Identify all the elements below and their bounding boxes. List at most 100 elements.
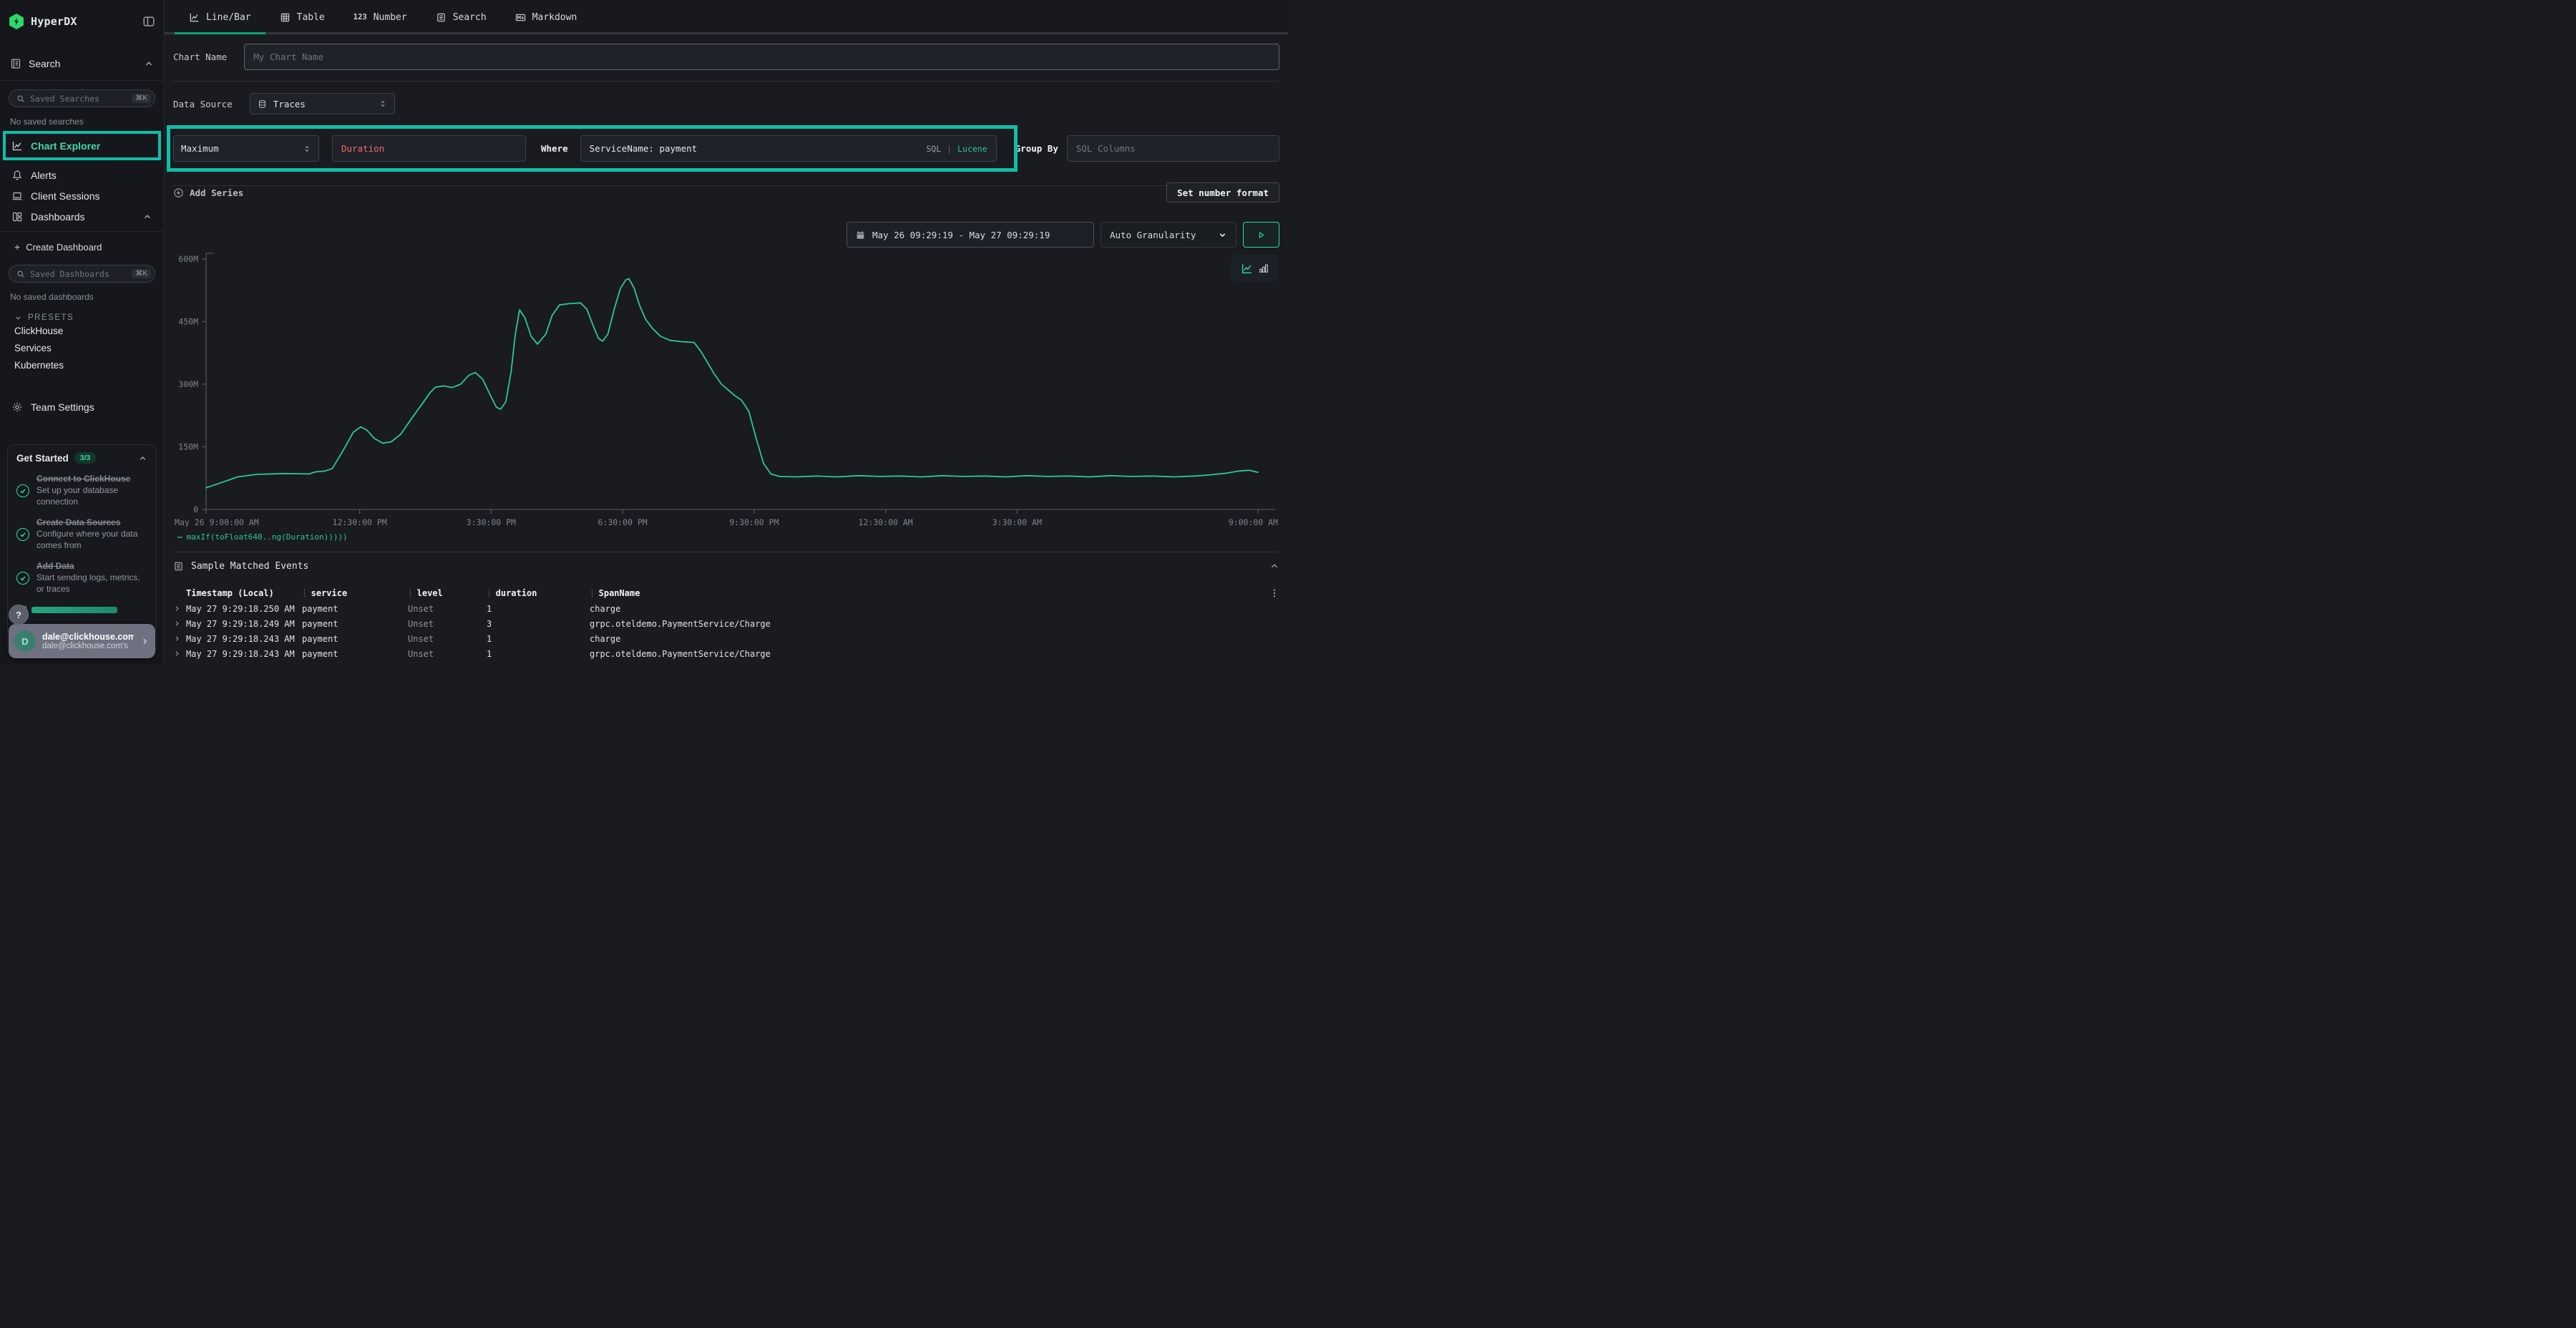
sidebar-item-dashboards[interactable]: Dashboards: [7, 206, 157, 227]
chart-name-label: Chart Name: [173, 52, 227, 62]
chart-legend: — maxIf(toFloat640..ng(Duration))))): [177, 530, 1279, 543]
column-resize-handle[interactable]: ┆: [590, 589, 593, 598]
tab-search[interactable]: Search: [421, 0, 501, 34]
chevron-up-icon[interactable]: [138, 454, 147, 463]
column-header[interactable]: service: [311, 588, 348, 598]
get-started-item-desc: Start sending logs, metrics, or traces: [36, 572, 147, 595]
run-query-button[interactable]: [1243, 222, 1279, 248]
add-series-button[interactable]: Add Series: [173, 187, 243, 198]
chart-name-input[interactable]: [244, 44, 1279, 70]
doc-list-icon: [173, 561, 184, 572]
aggregation-value: Maximum: [181, 143, 219, 154]
column-header[interactable]: Timestamp (Local): [186, 588, 274, 598]
divider: [173, 81, 1279, 82]
line-chart-toggle-icon[interactable]: [1241, 263, 1253, 275]
user-menu[interactable]: D dale@clickhouse.com dale@clickhouse.co…: [9, 624, 155, 658]
sql-language-toggle[interactable]: SQL: [926, 144, 941, 154]
get-started-item[interactable]: Connect to ClickHouse Set up your databa…: [16, 474, 147, 507]
get-started-item[interactable]: Add Data Start sending logs, metrics, or…: [16, 561, 147, 595]
table-cell: 1: [487, 649, 590, 659]
chevron-up-down-icon: [379, 99, 387, 108]
expand-row-icon[interactable]: [173, 635, 181, 643]
sidebar-section-search[interactable]: Search: [7, 53, 157, 74]
lucene-language-toggle[interactable]: Lucene: [957, 144, 987, 154]
data-source-select[interactable]: Traces: [250, 93, 395, 114]
collapse-section-icon[interactable]: [1269, 561, 1279, 571]
no-saved-dashboards-note: No saved dashboards: [7, 292, 157, 302]
x-axis-tick-label: 12:30:00 AM: [859, 517, 913, 527]
table-cell: grpc.oteldemo.PaymentService/Charge: [590, 649, 1267, 659]
calendar-icon: [856, 230, 865, 240]
search-icon: [16, 270, 25, 278]
get-started-title: Get Started: [16, 453, 69, 464]
expand-row-icon[interactable]: [173, 650, 181, 658]
tab-label: Table: [297, 12, 325, 23]
table-row[interactable]: May 27 9:29:18.249 AMpaymentUnset3grpc.o…: [173, 616, 1279, 631]
sidebar-item-kubernetes[interactable]: Kubernetes: [7, 356, 157, 374]
sidebar-item-client-sessions[interactable]: Client Sessions: [7, 185, 157, 206]
sidebar-item-chart-explorer-label: Chart Explorer: [31, 140, 100, 152]
column-resize-handle[interactable]: ┆: [408, 589, 411, 598]
date-range-picker[interactable]: May 26 09:29:19 - May 27 09:29:19: [847, 222, 1094, 248]
tab-markdown[interactable]: Markdown: [501, 0, 592, 34]
search-icon: [16, 94, 25, 103]
hyperdx-logo-icon: [9, 14, 24, 29]
table-cell: charge: [590, 634, 1267, 644]
user-email: dale@clickhouse.com: [42, 632, 134, 642]
sample-matched-events-title: Sample Matched Events: [191, 561, 308, 572]
presets-label: PRESETS: [28, 313, 74, 322]
sidebar-item-services[interactable]: Services: [7, 339, 157, 356]
chart-line-icon: [11, 140, 23, 152]
sidebar-item-alerts[interactable]: Alerts: [7, 165, 157, 185]
x-axis-tick-label: 6:30:00 PM: [597, 517, 647, 527]
timeseries-chart[interactable]: 0150M300M450M600MMay 26 9:00:00 AM12:30:…: [173, 249, 1279, 527]
table-row[interactable]: May 27 9:29:18.250 AMpaymentUnset1charge: [173, 601, 1279, 616]
table-cell: grpc.oteldemo.PaymentService/Charge: [590, 619, 1267, 629]
presets-toggle[interactable]: PRESETS: [7, 313, 157, 322]
set-number-format-button[interactable]: Set number format: [1166, 182, 1279, 202]
kebab-menu-icon[interactable]: [1269, 588, 1279, 598]
table-cell: Unset: [408, 634, 487, 644]
saved-searches-input[interactable]: Saved Searches ⌘K: [9, 89, 155, 107]
create-dashboard-button[interactable]: + Create Dashboard: [7, 238, 157, 256]
expand-row-icon[interactable]: [173, 620, 181, 628]
tab-number[interactable]: 123 Number: [339, 0, 421, 34]
column-header[interactable]: SpanName: [599, 588, 640, 598]
get-started-item[interactable]: Create Data Sources Configure where your…: [16, 517, 147, 551]
chevron-up-down-icon: [303, 145, 311, 153]
sidebar-item-team-settings[interactable]: Team Settings: [7, 396, 157, 417]
table-row[interactable]: May 27 9:29:18.243 AMpaymentUnset1grpc.o…: [173, 646, 1279, 661]
column-header[interactable]: duration: [496, 588, 537, 598]
tab-label: Markdown: [532, 12, 577, 23]
sidebar-item-clickhouse[interactable]: ClickHouse: [7, 322, 157, 339]
chevron-up-icon[interactable]: [144, 59, 154, 69]
column-resize-handle[interactable]: ┆: [302, 589, 306, 598]
bar-chart-toggle-icon[interactable]: [1259, 263, 1269, 273]
aggregation-select[interactable]: Maximum: [173, 135, 319, 162]
expand-row-icon[interactable]: [173, 605, 181, 612]
chevron-up-icon[interactable]: [142, 212, 152, 222]
granularity-value: Auto Granularity: [1110, 230, 1218, 240]
group-by-input[interactable]: [1067, 135, 1279, 162]
table-cell: 1: [487, 634, 590, 644]
tab-table[interactable]: Table: [265, 0, 339, 34]
metric-field-input[interactable]: Duration: [332, 135, 526, 162]
sidebar-collapse-icon[interactable]: [142, 15, 155, 28]
column-resize-handle[interactable]: ┆: [487, 589, 490, 598]
table-row[interactable]: May 27 9:29:18.243 AMpaymentUnset1charge: [173, 631, 1279, 646]
legend-swatch: —: [177, 532, 182, 542]
y-axis-tick-label: 150M: [178, 442, 198, 452]
obscured-text: [31, 607, 117, 613]
saved-searches-placeholder: Saved Searches: [30, 94, 127, 104]
where-input[interactable]: ServiceName: payment SQL | Lucene: [580, 135, 997, 162]
granularity-select[interactable]: Auto Granularity: [1101, 222, 1236, 248]
shortcut-badge: ⌘K: [132, 269, 151, 278]
help-button[interactable]: ?: [9, 605, 29, 625]
column-header[interactable]: level: [417, 588, 443, 598]
sidebar-divider: [0, 80, 164, 81]
saved-dashboards-input[interactable]: Saved Dashboards ⌘K: [9, 265, 155, 283]
tab-line-bar[interactable]: Line/Bar: [175, 0, 265, 34]
gear-icon: [11, 401, 23, 413]
one-two-three-icon: 123: [353, 13, 367, 21]
sidebar-item-chart-explorer[interactable]: Chart Explorer: [7, 135, 157, 156]
